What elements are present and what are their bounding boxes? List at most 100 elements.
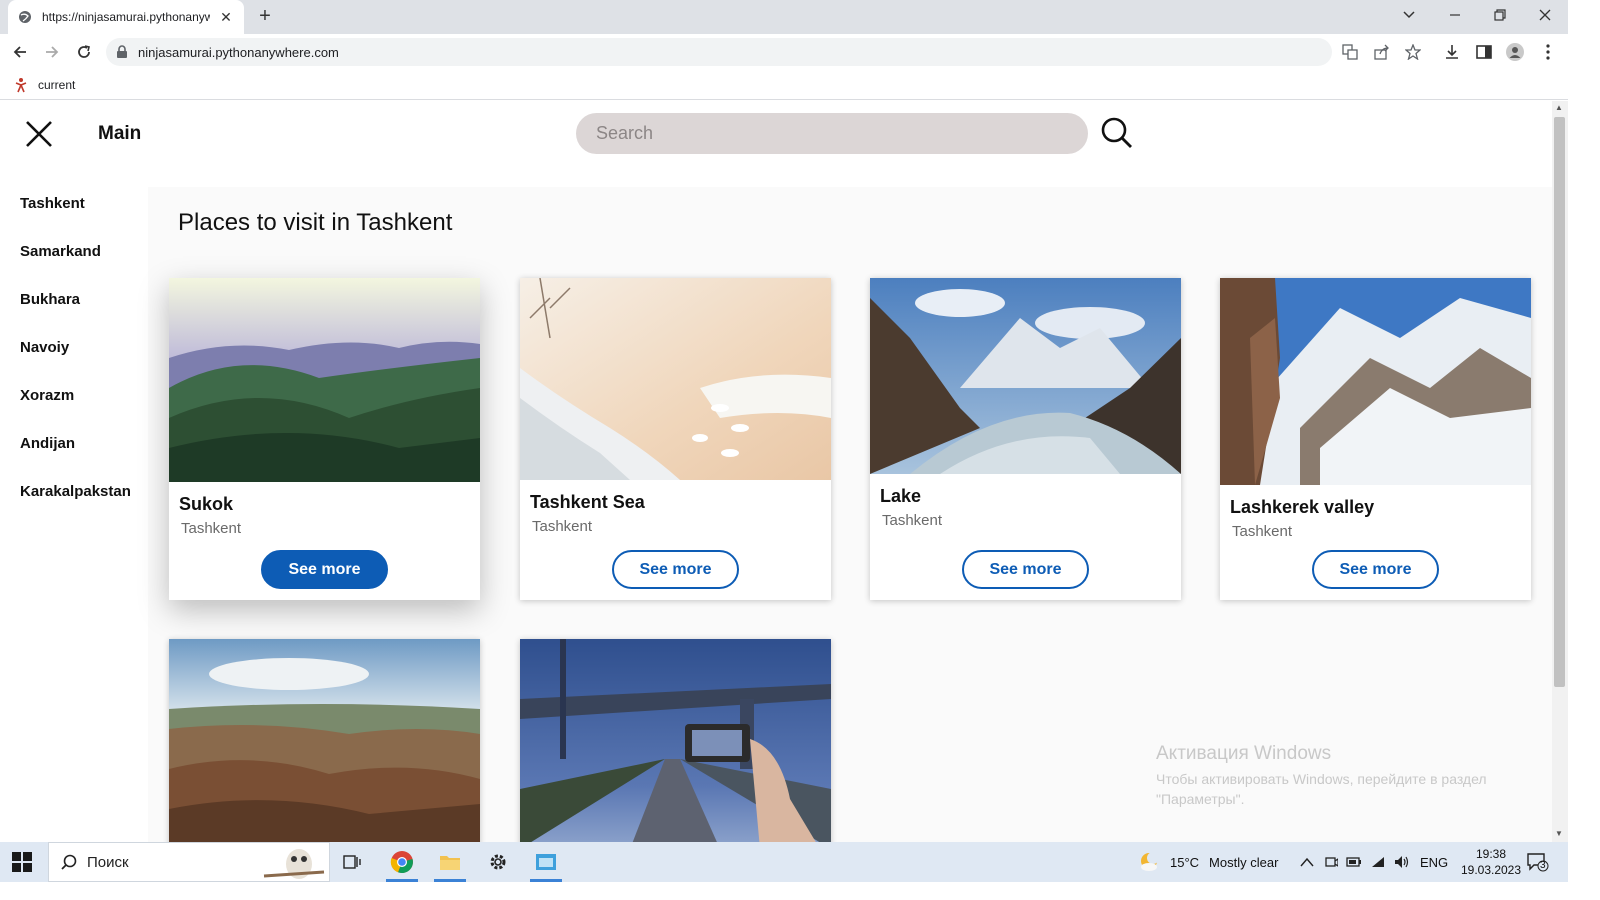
snowy-valley-photo	[1220, 278, 1531, 485]
sidebar-item-tashkent[interactable]: Tashkent	[20, 195, 85, 212]
search-icon	[61, 854, 77, 870]
menu-button[interactable]	[1538, 42, 1558, 62]
search-icon[interactable]	[1100, 116, 1134, 150]
wifi-icon[interactable]	[1370, 855, 1386, 869]
clock-time: 19:38	[1475, 847, 1507, 861]
bookmarks-bar: current	[0, 70, 1568, 100]
bookmark-star-button[interactable]	[1403, 42, 1423, 62]
close-window-button[interactable]	[1522, 0, 1568, 30]
battery-icon[interactable]	[1346, 856, 1362, 868]
windows-activation-watermark: Активация Windows Чтобы активировать Win…	[1156, 743, 1516, 809]
clock-date: 19.03.2023	[1460, 863, 1522, 877]
web-page: Main Tashkent Samarkand Bukhara Navoiy X…	[0, 101, 1552, 842]
scroll-up-icon[interactable]: ▲	[1555, 103, 1563, 112]
card-title: Lashkerek valley	[1230, 497, 1375, 517]
weather-widget[interactable]: 15°C Mostly clear	[1138, 842, 1278, 882]
see-more-button[interactable]: See more	[612, 550, 739, 589]
sidebar-item-samarkand[interactable]: Samarkand	[20, 243, 101, 260]
notification-center-button[interactable]: 3	[1527, 842, 1549, 882]
tab-search-button[interactable]	[1386, 0, 1432, 30]
card-subtitle: Tashkent	[1232, 523, 1293, 540]
reload-icon	[78, 45, 90, 58]
taskbar-clock[interactable]: 19:38 19.03.2023	[1456, 846, 1526, 878]
place-card	[520, 639, 831, 842]
more-vertical-icon	[1546, 44, 1550, 60]
scroll-down-icon[interactable]: ▼	[1555, 829, 1563, 838]
taskbar-search-text: Поиск	[87, 853, 129, 871]
file-explorer-button[interactable]	[428, 842, 472, 882]
weather-temp: 15°C	[1170, 854, 1200, 870]
forward-button[interactable]	[40, 40, 64, 64]
side-panel-button[interactable]	[1474, 42, 1494, 62]
sidebar-item-andijan[interactable]: Andijan	[20, 435, 75, 452]
mountain-valley-photo	[169, 278, 480, 482]
sidebar-item-navoiy[interactable]: Navoiy	[20, 339, 69, 356]
volume-icon[interactable]	[1394, 855, 1410, 869]
bridge-road-photo	[520, 639, 831, 842]
arrow-right-icon	[46, 46, 59, 58]
close-menu-icon[interactable]	[22, 117, 56, 151]
bookmark-favicon-icon	[15, 77, 27, 92]
browser-tab-strip: https://ninjasamurai.pythonanyw ✕ +	[0, 0, 1568, 34]
search-input[interactable]	[576, 113, 1088, 154]
download-icon	[1446, 45, 1458, 59]
meet-icon[interactable]	[1324, 855, 1338, 869]
sidebar-item-bukhara[interactable]: Bukhara	[20, 291, 80, 308]
gear-icon	[490, 854, 506, 870]
card-title: Tashkent Sea	[530, 492, 645, 512]
browser-tab[interactable]: https://ninjasamurai.pythonanyw ✕	[8, 0, 244, 34]
reload-button[interactable]	[72, 40, 96, 64]
new-tab-button[interactable]: +	[254, 5, 276, 27]
place-card	[169, 639, 480, 842]
minimize-button[interactable]	[1432, 0, 1478, 30]
language-indicator[interactable]: ENG	[1420, 855, 1448, 870]
globe-icon	[19, 11, 31, 23]
sidebar: Tashkent Samarkand Bukhara Navoiy Xorazm…	[0, 187, 148, 842]
scrollbar-thumb[interactable]	[1554, 117, 1565, 687]
weather-desc: Mostly clear	[1209, 854, 1279, 870]
app-window-icon	[536, 854, 556, 870]
see-more-button[interactable]: See more	[1312, 550, 1439, 589]
folder-icon	[440, 856, 460, 870]
owl-illustration-icon	[263, 849, 325, 879]
chrome-icon	[390, 851, 413, 874]
system-tray: ENG	[1300, 842, 1448, 882]
sidebar-item-xorazm[interactable]: Xorazm	[20, 387, 74, 404]
share-icon	[1374, 44, 1389, 60]
card-subtitle: Tashkent	[181, 520, 242, 537]
star-icon	[1405, 44, 1421, 60]
card-subtitle: Tashkent	[882, 512, 943, 529]
notification-count: 3	[1540, 860, 1546, 871]
tab-close-icon[interactable]: ✕	[218, 9, 234, 26]
see-more-button[interactable]: See more	[261, 550, 388, 589]
restore-button[interactable]	[1477, 0, 1523, 30]
share-button[interactable]	[1372, 42, 1392, 62]
profile-button[interactable]	[1505, 42, 1525, 62]
place-card: Lashkerek valley Tashkent See more	[1220, 278, 1531, 600]
chevron-up-icon[interactable]	[1300, 857, 1314, 867]
minimize-icon	[1450, 14, 1460, 16]
main-link[interactable]: Main	[98, 123, 141, 145]
page-scrollbar[interactable]: ▲ ▼	[1552, 101, 1568, 842]
tab-title: https://ninjasamurai.pythonanyw	[42, 10, 210, 24]
chrome-taskbar-button[interactable]	[380, 842, 424, 882]
see-more-button[interactable]: See more	[962, 550, 1089, 589]
avatar-icon	[1506, 43, 1524, 61]
windows-start-icon[interactable]	[12, 852, 32, 872]
task-view-button[interactable]	[330, 842, 374, 882]
frozen-lake-mountains-photo	[870, 278, 1181, 474]
back-button[interactable]	[8, 40, 32, 64]
translate-button[interactable]	[1340, 42, 1360, 62]
address-bar[interactable]: ninjasamurai.pythonanywhere.com	[106, 38, 1332, 66]
bookmark-current[interactable]: current	[38, 78, 75, 92]
downloads-button[interactable]	[1442, 42, 1462, 62]
settings-taskbar-button[interactable]	[476, 842, 520, 882]
chevron-down-icon	[1403, 11, 1415, 19]
arrow-left-icon	[13, 46, 26, 58]
taskbar-search[interactable]: Поиск	[48, 842, 330, 882]
app-taskbar-button[interactable]	[524, 842, 568, 882]
place-card: Lake Tashkent See more	[870, 278, 1181, 600]
moon-cloud-icon	[1141, 852, 1159, 871]
url-text: ninjasamurai.pythonanywhere.com	[138, 44, 339, 60]
sidebar-item-karakalpakstan[interactable]: Karakalpakstan	[20, 483, 131, 500]
